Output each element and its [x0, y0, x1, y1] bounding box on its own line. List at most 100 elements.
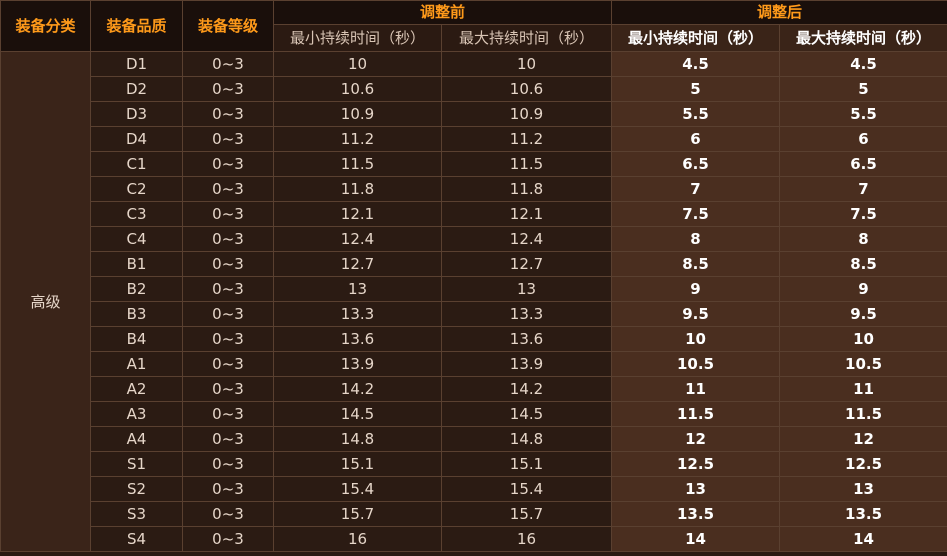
before-max-cell: 13 — [440, 276, 613, 302]
before-min-cell: 14.2 — [273, 376, 442, 402]
before-min-cell: 10.6 — [273, 76, 442, 102]
before-min-cell: 12.7 — [273, 251, 442, 277]
quality-cell: D2 — [90, 76, 183, 102]
quality-cell: S1 — [90, 451, 183, 477]
quality-cell: S2 — [90, 476, 183, 502]
before-min-cell: 12.1 — [273, 201, 442, 227]
before-min-cell: 12.4 — [273, 226, 442, 252]
table-row: A3 0~3 14.5 14.5 11.5 11.5 — [1, 401, 947, 427]
level-cell: 0~3 — [182, 326, 274, 352]
before-min-cell: 10 — [273, 51, 442, 77]
table-row: D4 0~3 11.2 11.2 6 6 — [1, 126, 947, 152]
quality-cell: S3 — [90, 501, 183, 527]
before-min-cell: 10.9 — [273, 101, 442, 127]
table-row: S1 0~3 15.1 15.1 12.5 12.5 — [1, 451, 947, 477]
after-max-cell: 12 — [779, 426, 947, 452]
quality-cell: D1 — [90, 51, 183, 77]
after-min-cell: 13.5 — [611, 501, 781, 527]
before-max-cell: 10.6 — [440, 76, 613, 102]
level-cell: 0~3 — [182, 376, 274, 402]
after-min-cell: 12 — [611, 426, 781, 452]
category-cell: 高级 — [0, 51, 91, 552]
level-cell: 0~3 — [182, 251, 274, 277]
table-row: S3 0~3 15.7 15.7 13.5 13.5 — [1, 501, 947, 527]
quality-cell: C3 — [90, 201, 183, 227]
quality-cell: A2 — [90, 376, 183, 402]
table-row: C1 0~3 11.5 11.5 6.5 6.5 — [1, 151, 947, 177]
level-cell: 0~3 — [182, 76, 274, 102]
after-max-cell: 4.5 — [779, 51, 947, 77]
table-row: B1 0~3 12.7 12.7 8.5 8.5 — [1, 251, 947, 277]
table-row: C4 0~3 12.4 12.4 8 8 — [1, 226, 947, 252]
level-cell: 0~3 — [182, 426, 274, 452]
before-max-cell: 13.3 — [440, 301, 613, 327]
after-max-cell: 9.5 — [779, 301, 947, 327]
before-max-cell: 15.1 — [440, 451, 613, 477]
after-min-cell: 13 — [611, 476, 781, 502]
quality-cell: A4 — [90, 426, 183, 452]
level-cell: 0~3 — [182, 101, 274, 127]
header-after-min-duration: 最小持续时间（秒） — [611, 24, 781, 52]
after-max-cell: 11 — [779, 376, 947, 402]
after-max-cell: 11.5 — [779, 401, 947, 427]
level-cell: 0~3 — [182, 401, 274, 427]
after-min-cell: 7.5 — [611, 201, 781, 227]
level-cell: 0~3 — [182, 476, 274, 502]
header-before-adjustment: 调整前 — [272, 0, 613, 25]
table-row: B3 0~3 13.3 13.3 9.5 9.5 — [1, 301, 947, 327]
before-max-cell: 10 — [440, 51, 613, 77]
level-cell: 0~3 — [182, 501, 274, 527]
quality-cell: C4 — [90, 226, 183, 252]
before-max-cell: 10.9 — [440, 101, 613, 127]
header-before-max-duration: 最大持续时间（秒） — [440, 24, 613, 52]
after-max-cell: 8 — [779, 226, 947, 252]
level-cell: 0~3 — [182, 151, 274, 177]
before-max-cell: 15.7 — [440, 501, 613, 527]
before-max-cell: 16 — [440, 526, 613, 552]
before-max-cell: 11.8 — [440, 176, 613, 202]
header-quality: 装备品质 — [90, 0, 183, 52]
header-after-max-duration: 最大持续时间（秒） — [779, 24, 947, 52]
level-cell: 0~3 — [182, 451, 274, 477]
after-min-cell: 9.5 — [611, 301, 781, 327]
table-body: 高级 D1 0~3 10 10 4.5 4.5 D2 0~3 10.6 10.6 5 5 D3 0~3 10.… — [0, 51, 947, 552]
after-max-cell: 7.5 — [779, 201, 947, 227]
before-max-cell: 14.8 — [440, 426, 613, 452]
table-row: S4 0~3 16 16 14 14 — [1, 526, 947, 552]
table-row: S2 0~3 15.4 15.4 13 13 — [1, 476, 947, 502]
header-after-adjustment: 调整后 — [611, 0, 947, 25]
header-category: 装备分类 — [0, 0, 91, 52]
quality-cell: B4 — [90, 326, 183, 352]
header-before-min-duration: 最小持续时间（秒） — [273, 24, 442, 52]
before-min-cell: 13.3 — [273, 301, 442, 327]
after-min-cell: 10 — [611, 326, 781, 352]
after-max-cell: 10.5 — [779, 351, 947, 377]
quality-cell: B2 — [90, 276, 183, 302]
after-min-cell: 6 — [611, 126, 781, 152]
table-row: D2 0~3 10.6 10.6 5 5 — [1, 76, 947, 102]
table-row: B4 0~3 13.6 13.6 10 10 — [1, 326, 947, 352]
header-level: 装备等级 — [182, 0, 274, 52]
before-min-cell: 14.5 — [273, 401, 442, 427]
quality-cell: A3 — [90, 401, 183, 427]
quality-cell: B1 — [90, 251, 183, 277]
quality-cell: C2 — [90, 176, 183, 202]
table-row: 高级 D1 0~3 10 10 4.5 4.5 — [0, 51, 947, 552]
before-max-cell: 11.5 — [440, 151, 613, 177]
level-cell: 0~3 — [182, 201, 274, 227]
before-min-cell: 11.5 — [273, 151, 442, 177]
after-max-cell: 10 — [779, 326, 947, 352]
after-min-cell: 12.5 — [611, 451, 781, 477]
table-row: C2 0~3 11.8 11.8 7 7 — [1, 176, 947, 202]
table-row: A2 0~3 14.2 14.2 11 11 — [1, 376, 947, 402]
after-max-cell: 14 — [779, 526, 947, 552]
equipment-duration-table: 装备分类 装备品质 装备等级 调整前 调整后 最小持续时间（秒） 最大持续时间（… — [0, 0, 947, 552]
before-min-cell: 13.6 — [273, 326, 442, 352]
before-max-cell: 15.4 — [440, 476, 613, 502]
before-max-cell: 13.9 — [440, 351, 613, 377]
after-min-cell: 6.5 — [611, 151, 781, 177]
level-cell: 0~3 — [182, 176, 274, 202]
after-min-cell: 11.5 — [611, 401, 781, 427]
after-min-cell: 4.5 — [611, 51, 781, 77]
after-max-cell: 13 — [779, 476, 947, 502]
